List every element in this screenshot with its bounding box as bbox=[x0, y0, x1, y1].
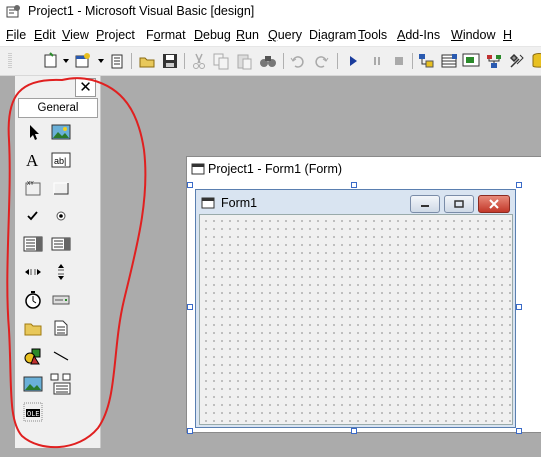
menu-diagram[interactable]: Diagram bbox=[309, 28, 356, 42]
hscrollbar-tool-icon[interactable] bbox=[22, 261, 44, 283]
add-project-dropdown-icon[interactable] bbox=[63, 59, 69, 63]
properties-window-icon[interactable] bbox=[440, 52, 458, 70]
menu-view[interactable]: View bbox=[62, 28, 89, 42]
close-icon: ✕ bbox=[79, 79, 92, 96]
menu-help[interactable]: H bbox=[503, 28, 512, 42]
commandbutton-tool-icon[interactable] bbox=[50, 177, 72, 199]
find-icon[interactable] bbox=[259, 52, 277, 70]
resize-handle[interactable] bbox=[187, 304, 193, 310]
minimize-icon bbox=[421, 205, 429, 207]
start-icon[interactable] bbox=[344, 52, 362, 70]
listbox-tool-icon[interactable] bbox=[50, 233, 72, 255]
svg-text:XY: XY bbox=[27, 181, 34, 187]
redo-icon[interactable] bbox=[312, 52, 330, 70]
svg-text:A: A bbox=[26, 151, 39, 169]
project-explorer-icon[interactable] bbox=[417, 52, 435, 70]
drivelistbox-tool-icon[interactable] bbox=[50, 289, 72, 311]
label-tool-icon[interactable]: A bbox=[22, 149, 44, 171]
break-icon[interactable] bbox=[368, 52, 386, 70]
resize-handle[interactable] bbox=[516, 428, 522, 434]
combobox-tool-icon[interactable] bbox=[22, 233, 44, 255]
toolbox-icon[interactable] bbox=[508, 52, 526, 70]
menu-window[interactable]: Window bbox=[451, 28, 495, 42]
menu-edit[interactable]: Edit bbox=[34, 28, 56, 42]
maximize-button[interactable] bbox=[444, 195, 474, 213]
svg-text:OLE: OLE bbox=[27, 411, 40, 419]
ole-tool-icon[interactable]: OLE bbox=[22, 401, 44, 423]
close-button[interactable] bbox=[478, 195, 510, 213]
data-tool-icon[interactable] bbox=[50, 373, 72, 395]
toolbar-separator bbox=[184, 53, 185, 69]
menu-tools[interactable]: Tools bbox=[358, 28, 387, 42]
menu-project[interactable]: Project bbox=[96, 28, 135, 42]
add-form-dropdown-icon[interactable] bbox=[98, 59, 104, 63]
menu-format[interactable]: Format bbox=[146, 28, 186, 42]
toolbar-separator bbox=[412, 53, 413, 69]
cut-icon[interactable] bbox=[190, 52, 208, 70]
optionbutton-tool-icon[interactable] bbox=[50, 205, 72, 227]
svg-text:ab|: ab| bbox=[54, 156, 66, 166]
object-browser-icon[interactable] bbox=[485, 52, 503, 70]
vb-app-icon bbox=[5, 4, 21, 20]
close-icon bbox=[489, 199, 499, 209]
resize-handle[interactable] bbox=[516, 304, 522, 310]
menu-add-ins[interactable]: Add-Ins bbox=[397, 28, 440, 42]
menu-debug[interactable]: Debug bbox=[194, 28, 231, 42]
form-layout-icon[interactable] bbox=[462, 52, 480, 70]
resize-handle[interactable] bbox=[351, 182, 357, 188]
open-project-icon[interactable] bbox=[138, 52, 156, 70]
menu-file[interactable]: File bbox=[6, 28, 26, 42]
menu-run[interactable]: Run bbox=[236, 28, 259, 42]
add-form-icon[interactable] bbox=[73, 52, 91, 70]
image-tool-icon[interactable] bbox=[22, 373, 44, 395]
toolbox-general-tab[interactable]: General bbox=[18, 98, 98, 118]
maximize-icon bbox=[454, 200, 464, 208]
save-project-icon[interactable] bbox=[161, 52, 179, 70]
form-icon bbox=[201, 197, 215, 209]
window-title: Project1 - Microsoft Visual Basic [desig… bbox=[28, 4, 255, 18]
toolbar-separator bbox=[131, 53, 132, 69]
resize-handle[interactable] bbox=[187, 428, 193, 434]
textbox-tool-icon[interactable]: ab| bbox=[50, 149, 72, 171]
resize-handle[interactable] bbox=[187, 182, 193, 188]
toolbar-grip[interactable] bbox=[6, 52, 14, 70]
line-tool-icon[interactable] bbox=[50, 345, 72, 367]
paste-icon[interactable] bbox=[235, 52, 253, 70]
resize-handle[interactable] bbox=[516, 182, 522, 188]
menu-bar: File Edit View Project Format Debug Run … bbox=[0, 24, 541, 47]
resize-handle[interactable] bbox=[351, 428, 357, 434]
minimize-button[interactable] bbox=[410, 195, 440, 213]
pointer-tool-icon[interactable] bbox=[22, 121, 44, 143]
add-project-icon[interactable] bbox=[42, 52, 60, 70]
toolbar-separator bbox=[337, 53, 338, 69]
form-caption: Form1 bbox=[221, 196, 258, 210]
standard-toolbar bbox=[0, 47, 541, 76]
form-window-icon bbox=[191, 163, 205, 175]
shape-tool-icon[interactable] bbox=[22, 345, 44, 367]
copy-icon[interactable] bbox=[212, 52, 230, 70]
data-view-icon[interactable] bbox=[530, 52, 541, 70]
frame-tool-icon[interactable]: XY bbox=[22, 177, 44, 199]
timer-tool-icon[interactable] bbox=[22, 289, 44, 311]
dirlistbox-tool-icon[interactable] bbox=[22, 317, 44, 339]
undo-icon[interactable] bbox=[289, 52, 307, 70]
vscrollbar-tool-icon[interactable] bbox=[50, 261, 72, 283]
end-icon[interactable] bbox=[390, 52, 408, 70]
filelistbox-tool-icon[interactable] bbox=[50, 317, 72, 339]
form-design-grid[interactable] bbox=[199, 214, 513, 425]
designer-title: Project1 - Form1 (Form) bbox=[208, 162, 343, 176]
toolbar-separator bbox=[283, 53, 284, 69]
picturebox-tool-icon[interactable] bbox=[50, 121, 72, 143]
menu-editor-icon[interactable] bbox=[108, 52, 126, 70]
checkbox-tool-icon[interactable] bbox=[22, 205, 44, 227]
toolbox-close-button[interactable]: ✕ bbox=[75, 78, 96, 97]
menu-query[interactable]: Query bbox=[268, 28, 302, 42]
